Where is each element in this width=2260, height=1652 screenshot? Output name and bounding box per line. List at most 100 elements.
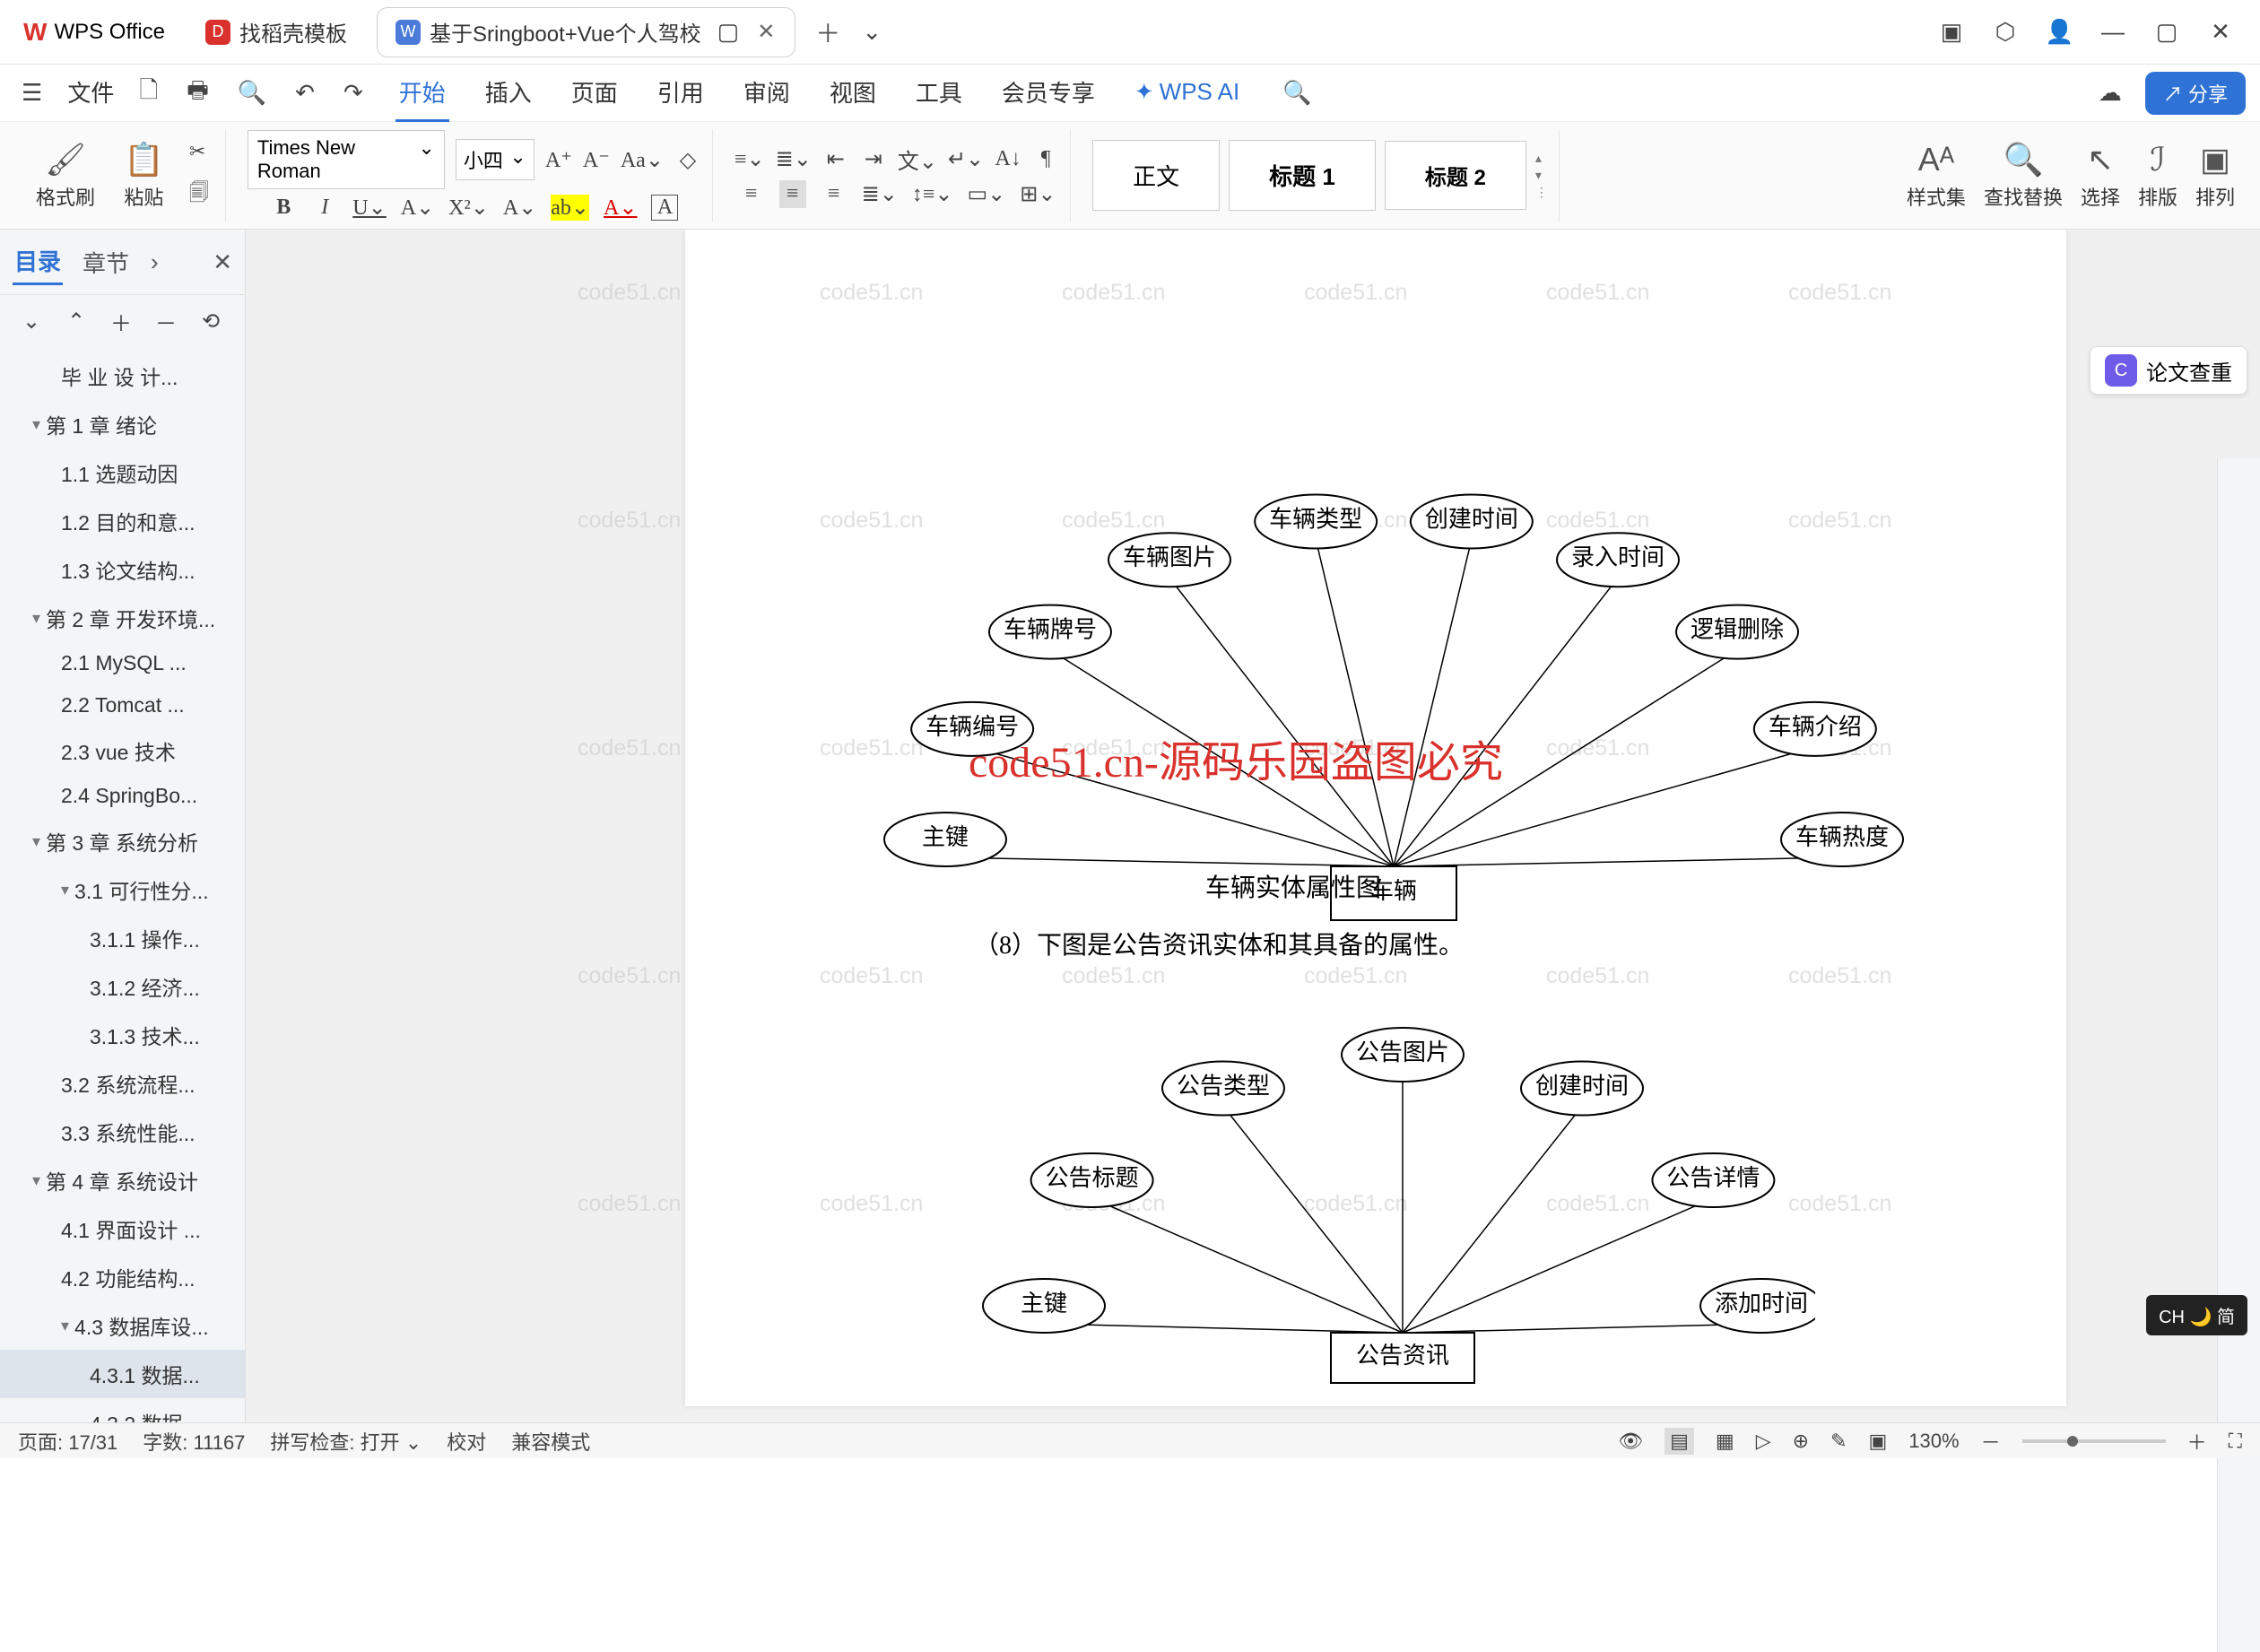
add-icon[interactable]: ＋ — [108, 306, 135, 337]
align-right-icon[interactable]: ≡ — [821, 182, 848, 206]
outline-item[interactable]: 4.1 界面设计 ... — [0, 1204, 245, 1253]
line-break-icon[interactable]: ↵⌄ — [948, 146, 984, 172]
outline-item[interactable]: ▾3.1 可行性分... — [0, 865, 245, 914]
underline-button[interactable]: U⌄ — [352, 195, 386, 221]
style-more-icon[interactable]: ▴▾⋮ — [1535, 151, 1548, 200]
outline-item[interactable]: ▾第 2 章 开发环境... — [0, 594, 245, 642]
disclosure-icon[interactable]: ▾ — [61, 881, 69, 900]
maximize-icon[interactable]: ▢ — [2152, 18, 2181, 46]
expand-icon[interactable]: ⌃ — [63, 309, 90, 335]
number-list-icon[interactable]: ≣⌄ — [776, 146, 812, 172]
app-logo[interactable]: W WPS Office — [7, 18, 181, 47]
outline-item[interactable]: 3.1.3 技术... — [0, 1011, 245, 1059]
sort-icon[interactable]: A↓ — [995, 147, 1021, 171]
share-button[interactable]: ↗ 分享 — [2145, 72, 2246, 115]
menu-member[interactable]: 会员专享 — [998, 65, 1099, 122]
tab-dropdown-icon[interactable]: ⌄ — [855, 14, 889, 49]
justify-icon[interactable]: ≣⌄ — [862, 181, 898, 207]
outdent-icon[interactable]: ⇤ — [822, 146, 849, 172]
pilcrow-icon[interactable]: ¶ — [1032, 147, 1059, 171]
indent-icon[interactable]: ⇥ — [860, 146, 887, 172]
case-icon[interactable]: Aa⌄ — [621, 147, 664, 173]
outline-item[interactable]: 2.1 MySQL ... — [0, 642, 245, 684]
outline-item[interactable]: ▾第 4 章 系统设计 — [0, 1156, 245, 1204]
outline-item[interactable]: 3.1.1 操作... — [0, 914, 245, 962]
outline-item[interactable]: 3.3 系统性能... — [0, 1108, 245, 1156]
outline-item[interactable]: 3.2 系统流程... — [0, 1059, 245, 1108]
font-color-icon[interactable]: A⌄ — [503, 195, 536, 221]
outline-title[interactable]: 毕 业 设 计... — [0, 352, 245, 400]
disclosure-icon[interactable]: ▾ — [32, 832, 40, 851]
char-border-icon[interactable]: A — [651, 195, 678, 221]
outline-item[interactable]: ▾第 3 章 系统分析 — [0, 817, 245, 865]
hamburger-icon[interactable]: ☰ — [14, 75, 49, 110]
outline-item[interactable]: 4.2 功能结构... — [0, 1253, 245, 1301]
outline-item[interactable]: 4.3.1 数据... — [0, 1350, 245, 1398]
bullet-list-icon[interactable]: ≡⌄ — [734, 146, 765, 172]
menu-reference[interactable]: 引用 — [654, 65, 708, 122]
status-words[interactable]: 字数: 11167 — [143, 1427, 245, 1456]
redo-icon[interactable]: ↷ — [336, 75, 370, 110]
save-icon[interactable]: 🗋 — [132, 70, 165, 117]
panel-icon[interactable]: ▣ — [1937, 18, 1966, 46]
cut-icon[interactable]: ✂ — [184, 136, 214, 167]
highlight-icon[interactable]: ab⌄ — [551, 195, 589, 221]
disclosure-icon[interactable]: ▾ — [32, 1171, 40, 1190]
zoom-out-icon[interactable]: － — [1981, 1427, 2001, 1456]
menu-view[interactable]: 视图 — [826, 65, 880, 122]
new-tab-icon[interactable]: ＋ — [801, 14, 855, 50]
copy-icon[interactable]: 🗐 — [184, 174, 214, 215]
fullscreen-icon[interactable]: ⛶ — [2229, 1430, 2242, 1453]
outline-item[interactable]: 3.1.2 经济... — [0, 962, 245, 1011]
outline-item[interactable]: 2.4 SpringBo... — [0, 775, 245, 817]
status-spell[interactable]: 拼写检查: 打开 ⌄ — [270, 1427, 422, 1456]
outline-item[interactable]: 2.3 vue 技术 — [0, 726, 245, 775]
text-color-icon[interactable]: A⌄ — [604, 195, 637, 221]
outline-item[interactable]: 1.1 选题动因 — [0, 448, 245, 497]
preview-icon[interactable]: 🔍 — [230, 75, 274, 110]
menu-review[interactable]: 审阅 — [740, 65, 794, 122]
undo-icon[interactable]: ↶ — [288, 75, 322, 110]
search-icon[interactable]: 🔍 — [1275, 75, 1318, 110]
paste-button[interactable]: 📋粘贴 — [115, 141, 173, 211]
document-canvas[interactable]: code51.cncode51.cncode51.cncode51.cncode… — [246, 230, 2260, 1422]
styles-gallery[interactable]: 正文 标题 1 标题 2 ▴▾⋮ — [1092, 140, 1548, 211]
style-heading1[interactable]: 标题 1 — [1229, 140, 1376, 211]
eye-icon[interactable]: 👁 — [1618, 1430, 1643, 1453]
outline-item[interactable]: 1.3 论文结构... — [0, 545, 245, 594]
line-spacing-icon[interactable]: ↕≡⌄ — [912, 181, 953, 207]
zoom-in-icon[interactable]: ＋ — [2187, 1427, 2207, 1456]
clear-format-icon[interactable]: ◇ — [674, 147, 701, 173]
sidebar-tab-toc[interactable]: 目录 — [13, 239, 63, 285]
avatar-icon[interactable]: 👤 — [2045, 18, 2073, 46]
menu-tools[interactable]: 工具 — [912, 65, 966, 122]
page-view-icon[interactable]: ▤ — [1665, 1428, 1694, 1455]
style-heading2[interactable]: 标题 2 — [1385, 141, 1526, 210]
strike-button[interactable]: A⌄ — [401, 195, 434, 221]
zoom-slider[interactable] — [2022, 1439, 2166, 1443]
style-body[interactable]: 正文 — [1092, 140, 1220, 211]
tab-document-active[interactable]: W 基于Sringboot+Vue个人驾校 ▢ ✕ — [377, 7, 795, 57]
font-size-select[interactable]: 小四⌄ — [456, 139, 535, 180]
outline-item[interactable]: ▾4.3 数据库设... — [0, 1301, 245, 1350]
status-compat[interactable]: 兼容模式 — [511, 1427, 590, 1456]
collapse-icon[interactable]: ⌄ — [18, 309, 45, 335]
typeset-button[interactable]: ℐ排版 — [2129, 129, 2186, 222]
close-window-icon[interactable]: ✕ — [2206, 18, 2235, 46]
format-brush-button[interactable]: 🖌格式刷 — [27, 141, 104, 211]
styleset-button[interactable]: Aᴬ样式集 — [1898, 129, 1975, 222]
outline-item[interactable]: 2.2 Tomcat ... — [0, 684, 245, 726]
border-icon[interactable]: ⊞⌄ — [1020, 181, 1056, 207]
menu-page[interactable]: 页面 — [568, 65, 622, 122]
sidebar-tab-chapter[interactable]: 章节 — [81, 240, 131, 284]
edit-icon[interactable]: ✎ — [1830, 1430, 1847, 1453]
find-replace-button[interactable]: 🔍查找替换 — [1975, 129, 2072, 222]
align-center-icon[interactable]: ≡ — [779, 180, 806, 208]
shading-icon[interactable]: ▭⌄ — [967, 181, 1005, 207]
tab-template[interactable]: D 找稻壳模板 — [187, 7, 366, 57]
font-family-select[interactable]: Times New Roman⌄ — [248, 130, 445, 189]
disclosure-icon[interactable]: ▾ — [32, 415, 40, 434]
cube-icon[interactable]: ⬡ — [1991, 18, 2020, 46]
font-grow-icon[interactable]: A⁺ — [545, 147, 572, 173]
font-shrink-icon[interactable]: A⁻ — [583, 147, 610, 173]
